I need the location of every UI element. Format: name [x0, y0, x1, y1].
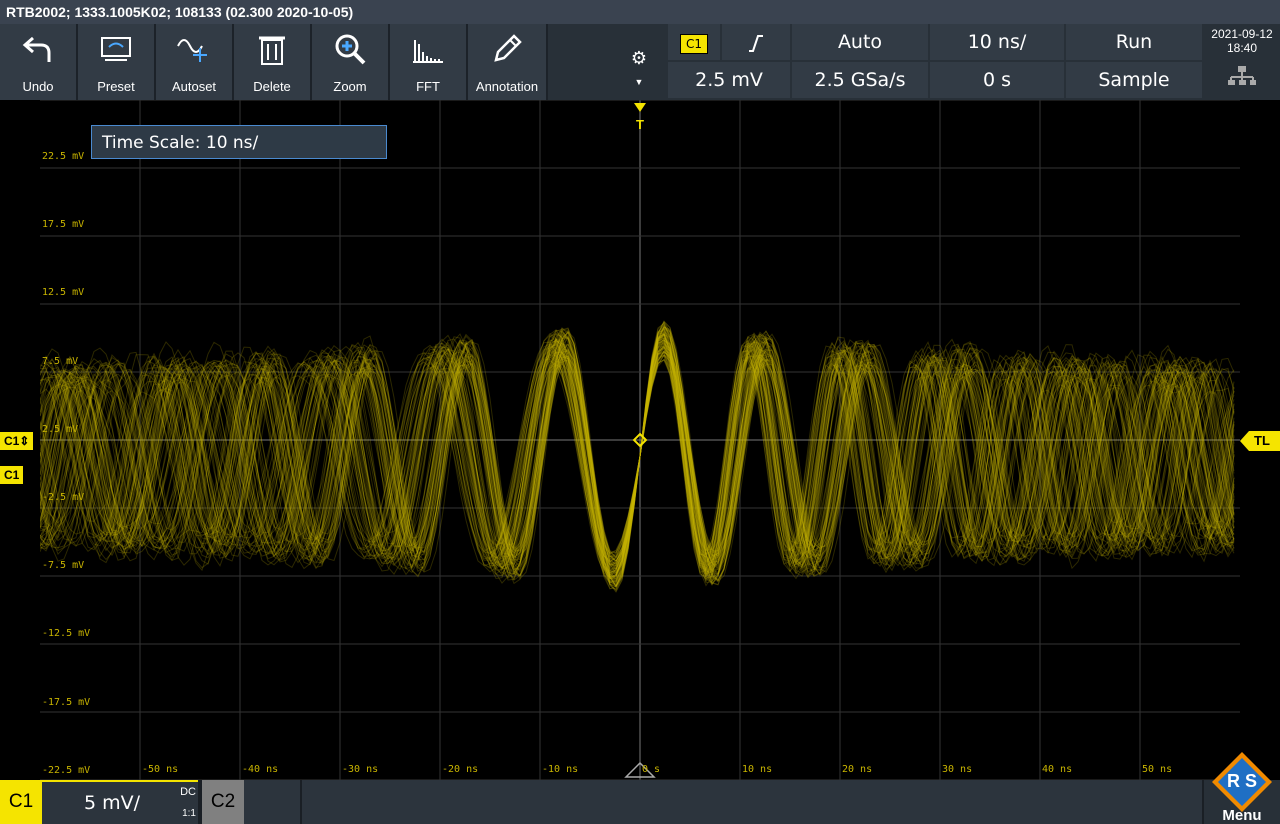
trigger-level-marker[interactable]: TL	[1240, 431, 1280, 451]
annotation-button[interactable]: Annotation	[468, 24, 548, 100]
channel-1-settings[interactable]: 5 mV/ DC 1:1	[42, 780, 198, 824]
coupling: DC	[180, 786, 196, 798]
undo-icon	[0, 32, 76, 66]
menu-label: Menu	[1222, 807, 1262, 824]
y-axis-label: 2.5 mV	[42, 423, 79, 435]
pencil-icon	[468, 32, 546, 66]
time-scale-tooltip: Time Scale: 10 ns/	[91, 125, 387, 159]
x-axis-label: -50 ns	[142, 764, 179, 775]
zoom-icon	[312, 32, 388, 66]
autoset-icon	[156, 32, 232, 66]
autoset-button[interactable]: Autoset	[156, 24, 234, 100]
fft-button[interactable]: FFT	[390, 24, 468, 100]
gear-icon: ⚙	[630, 48, 648, 68]
preset-label: Preset	[97, 79, 135, 94]
vertical-scale: 5 mV/	[84, 792, 141, 814]
y-axis-label: 12.5 mV	[42, 287, 85, 299]
trigger-mode[interactable]: Auto	[792, 24, 928, 60]
preset-icon	[78, 32, 154, 66]
c1-level-marker[interactable]: C1	[0, 466, 24, 484]
time-text: 18:40	[1226, 41, 1258, 55]
x-axis-label: -40 ns	[242, 764, 279, 775]
rising-edge-icon	[749, 34, 763, 52]
trigger-marker-label: T	[636, 117, 644, 132]
time-scale[interactable]: 10 ns/	[930, 24, 1064, 60]
channel-2-settings[interactable]	[244, 780, 300, 824]
rohde-schwarz-logo-icon: R S	[1212, 752, 1272, 812]
trigger-source-label: C1	[679, 34, 708, 54]
y-axis-label: 22.5 mV	[42, 151, 85, 162]
y-axis-label: -22.5 mV	[42, 764, 91, 776]
delete-label: Delete	[253, 79, 291, 94]
waveform-display[interactable]	[40, 100, 1240, 780]
network-icon	[1228, 66, 1256, 85]
time-offset[interactable]: 0 s	[930, 62, 1064, 98]
acquisition-mode[interactable]: Sample	[1066, 62, 1202, 98]
x-axis-label: 10 ns	[742, 764, 773, 775]
trigger-level[interactable]: 2.5 mV	[668, 62, 790, 98]
annotation-label: Annotation	[475, 79, 539, 94]
sample-rate: 2.5 GSa/s	[792, 62, 928, 98]
trigger-slope[interactable]	[722, 24, 790, 60]
up-down-arrow-icon: ⇕	[19, 434, 30, 448]
x-axis-label: -20 ns	[442, 764, 479, 775]
x-axis-label: 50 ns	[1142, 764, 1173, 775]
trigger-level-marker-label: TL	[1254, 433, 1270, 448]
x-axis-label: 20 ns	[842, 764, 873, 775]
x-axis-label: 30 ns	[942, 764, 973, 775]
run-state[interactable]: Run	[1066, 24, 1202, 60]
svg-text:R S: R S	[1227, 771, 1257, 791]
y-axis-label: -17.5 mV	[42, 696, 91, 708]
c1-offset-marker-label: C1	[4, 434, 20, 448]
x-axis-label: -30 ns	[342, 764, 379, 775]
delete-button[interactable]: Delete	[234, 24, 312, 100]
window-title: RTB2002; 1333.1005K02; 108133 (02.300 20…	[0, 0, 1280, 24]
x-axis-label: -10 ns	[542, 764, 579, 775]
probe-ratio: 1:1	[182, 808, 196, 819]
x-axis-label: 0 s	[642, 764, 661, 775]
datetime: 2021-09-12 18:40	[1204, 24, 1280, 100]
fft-label: FFT	[416, 79, 440, 94]
date-text: 2021-09-12	[1211, 27, 1273, 41]
status-area	[302, 780, 1202, 824]
c1-offset-marker[interactable]: C1⇕	[0, 432, 34, 450]
y-axis-label: 7.5 mV	[42, 355, 79, 367]
trigger-source[interactable]: C1	[668, 24, 720, 60]
undo-label: Undo	[22, 79, 54, 94]
y-axis-label: -7.5 mV	[42, 560, 85, 572]
settings-button[interactable]: ⚙ ▼	[624, 28, 654, 100]
channel-bar: C1 5 mV/ DC 1:1 C2	[0, 780, 1280, 824]
trash-icon	[234, 32, 310, 66]
preset-button[interactable]: Preset	[78, 24, 156, 100]
y-axis-label: -12.5 mV	[42, 628, 91, 640]
zoom-button[interactable]: Zoom	[312, 24, 390, 100]
menu-button[interactable]: R S Menu	[1204, 752, 1280, 824]
trigger-arrow-icon	[634, 103, 646, 112]
channel-1-tab[interactable]: C1	[0, 780, 42, 824]
autoset-label: Autoset	[171, 79, 217, 94]
undo-button[interactable]: Undo	[0, 24, 78, 100]
y-axis-label: -2.5 mV	[42, 492, 85, 503]
trigger-marker[interactable]: T	[632, 101, 648, 132]
channel-1-waveform	[40, 320, 1235, 593]
fft-icon	[390, 32, 466, 66]
channel-2-tab[interactable]: C2	[202, 780, 244, 824]
x-axis-label: 40 ns	[1042, 764, 1073, 775]
zoom-label: Zoom	[333, 79, 367, 94]
chevron-down-icon: ▼	[634, 77, 644, 87]
y-axis-label: 17.5 mV	[42, 219, 85, 231]
